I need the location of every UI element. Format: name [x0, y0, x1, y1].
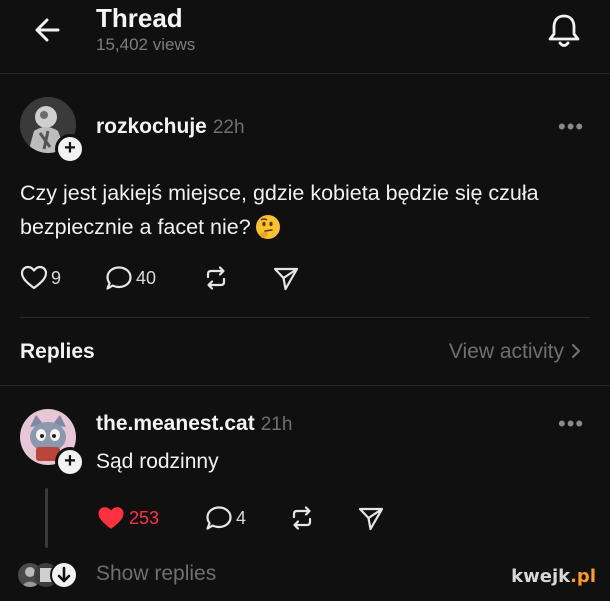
heart-icon — [20, 265, 48, 291]
reply-username[interactable]: the.meanest.cat — [96, 412, 255, 435]
back-arrow-icon[interactable] — [30, 12, 66, 48]
thread-screen: { "header": { "title": "Thread", "views"… — [0, 0, 610, 601]
reply-like-action[interactable]: 253 — [96, 505, 159, 532]
view-activity-link[interactable]: View activity — [449, 340, 582, 364]
heart-filled-icon — [96, 505, 126, 532]
replies-divider — [0, 385, 610, 386]
reply-repost-icon[interactable] — [288, 505, 316, 531]
reply-more-options-icon[interactable]: ••• — [558, 411, 584, 437]
comment-count: 40 — [136, 267, 157, 288]
reply-comment-action[interactable]: 4 — [205, 505, 246, 531]
arrow-down-icon[interactable] — [50, 561, 78, 589]
reply-header: the.meanest.cat 21h — [96, 412, 292, 436]
follow-plus-button-reply[interactable]: + — [55, 447, 85, 477]
thinking-face-emoji-icon — [255, 214, 281, 240]
post-header: rozkochuje 22h — [96, 115, 245, 139]
reply-like-count: 253 — [129, 508, 160, 528]
header-divider — [0, 73, 610, 74]
like-action[interactable]: 9 — [20, 265, 61, 291]
follow-plus-button[interactable]: + — [55, 134, 85, 164]
watermark-main: kwejk — [511, 566, 571, 587]
watermark-suffix: .pl — [570, 566, 596, 587]
chevron-right-icon — [570, 342, 582, 360]
like-count: 9 — [51, 267, 62, 288]
reply-time: 21h — [260, 414, 293, 435]
comment-bubble-icon — [105, 265, 133, 291]
reply-comment-bubble-icon — [205, 505, 233, 531]
post-text: Czy jest jakiejś miejsce, gdzie kobieta … — [20, 176, 580, 244]
post-time: 22h — [212, 117, 245, 138]
more-options-icon[interactable]: ••• — [558, 114, 584, 140]
bell-icon[interactable] — [545, 10, 583, 50]
page-title: Thread — [96, 3, 183, 33]
view-activity-label: View activity — [448, 340, 564, 363]
view-count: 15,402 views — [96, 35, 196, 54]
share-send-icon[interactable] — [272, 265, 300, 291]
actions-divider — [20, 317, 590, 318]
reply-text: Sąd rodzinny — [96, 450, 219, 473]
show-replies-link[interactable]: Show replies — [96, 562, 216, 586]
watermark: kwejk.pl — [511, 566, 596, 587]
post-username[interactable]: rozkochuje — [96, 115, 207, 138]
replies-heading: Replies — [20, 340, 95, 363]
reply-comment-count: 4 — [236, 507, 247, 528]
thread-line — [45, 488, 48, 548]
repost-icon[interactable] — [202, 265, 230, 291]
comment-action[interactable]: 40 — [105, 265, 156, 291]
reply-share-send-icon[interactable] — [357, 505, 385, 531]
